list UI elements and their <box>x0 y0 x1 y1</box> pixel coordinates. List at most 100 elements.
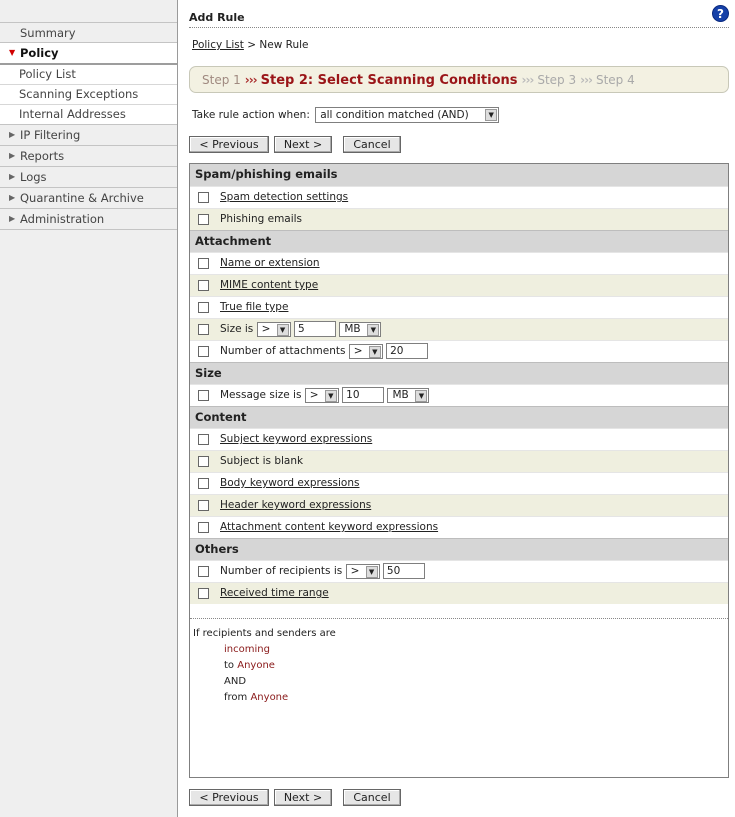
condition-row: Subject is blank <box>190 450 728 472</box>
nav-ip-filtering[interactable]: ▶ IP Filtering <box>0 125 177 146</box>
recipients-count-checkbox[interactable] <box>198 566 209 577</box>
condition-row: Message size is > ▼ 10 MB ▼ <box>190 384 728 406</box>
name-extension-link[interactable]: Name or extension <box>220 257 320 269</box>
help-icon[interactable]: ? <box>712 5 729 22</box>
operator-value: > <box>353 344 363 357</box>
true-file-type-link[interactable]: True file type <box>220 301 288 313</box>
attachment-count-operator-select[interactable]: > ▼ <box>348 343 383 359</box>
time-range-link[interactable]: Received time range <box>220 587 329 599</box>
direction-link[interactable]: incoming <box>224 644 270 655</box>
condition-row: True file type <box>190 296 728 318</box>
condition-row: Spam detection settings <box>190 186 728 208</box>
nav-reports[interactable]: ▶ Reports <box>0 146 177 167</box>
time-range-checkbox[interactable] <box>198 588 209 599</box>
step-separator-icon: ››› <box>521 73 535 87</box>
message-size-checkbox[interactable] <box>198 390 209 401</box>
recipients-count-label: Number of recipients is <box>220 565 343 577</box>
header-keyword-checkbox[interactable] <box>198 500 209 511</box>
main-content: Add Rule ? Policy List > New Rule Step 1… <box>179 0 735 817</box>
top-button-row: < Previous Next > Cancel <box>189 136 406 153</box>
body-keyword-link[interactable]: Body keyword expressions <box>220 477 359 489</box>
attachment-size-operator-select[interactable]: > ▼ <box>256 321 291 337</box>
attachment-size-checkbox[interactable] <box>198 324 209 335</box>
true-file-type-checkbox[interactable] <box>198 302 209 313</box>
recipients-operator-select[interactable]: > ▼ <box>345 563 380 579</box>
message-size-operator-select[interactable]: > ▼ <box>304 387 339 403</box>
message-size-label: Message size is <box>220 389 302 401</box>
from-value-link[interactable]: Anyone <box>250 692 288 703</box>
dropdown-arrow-icon[interactable]: ▼ <box>485 109 498 121</box>
subject-blank-label: Subject is blank <box>220 455 304 467</box>
attachment-size-input[interactable]: 5 <box>293 321 336 337</box>
nav-administration[interactable]: ▶ Administration <box>0 209 177 230</box>
take-action-select[interactable]: all condition matched (AND) ▼ <box>315 107 500 123</box>
breadcrumb-policy-list-link[interactable]: Policy List <box>192 39 244 51</box>
spam-detection-link[interactable]: Spam detection settings <box>220 191 348 203</box>
dropdown-arrow-icon[interactable]: ▼ <box>368 345 381 358</box>
attachment-content-keyword-link[interactable]: Attachment content keyword expressions <box>220 521 438 533</box>
unit-value: MB <box>344 322 361 335</box>
nav-label: Reports <box>20 149 65 163</box>
section-others: Others <box>190 538 728 560</box>
nav-label: Logs <box>20 170 47 184</box>
subject-keyword-link[interactable]: Subject keyword expressions <box>220 433 372 445</box>
from-label: from <box>224 692 248 703</box>
subject-keyword-checkbox[interactable] <box>198 434 209 445</box>
dropdown-arrow-icon[interactable]: ▼ <box>367 323 380 336</box>
caret-right-icon: ▶ <box>9 214 16 223</box>
condition-row: Number of recipients is > ▼ 50 <box>190 560 728 582</box>
and-label: AND <box>224 676 247 687</box>
message-size-input[interactable]: 10 <box>342 387 385 403</box>
mime-type-checkbox[interactable] <box>198 280 209 291</box>
next-button[interactable]: Next > <box>274 136 332 153</box>
phishing-checkbox[interactable] <box>198 214 209 225</box>
attachment-size-unit-select[interactable]: MB ▼ <box>339 321 382 337</box>
step-separator-icon: ››› <box>244 73 258 87</box>
step-3: Step 3 <box>537 73 577 87</box>
dropdown-arrow-icon[interactable]: ▼ <box>415 389 428 402</box>
previous-button[interactable]: < Previous <box>189 789 269 806</box>
mime-type-link[interactable]: MIME content type <box>220 279 318 291</box>
dropdown-arrow-icon[interactable]: ▼ <box>276 323 289 336</box>
condition-row: Name or extension <box>190 252 728 274</box>
cancel-button[interactable]: Cancel <box>343 789 401 806</box>
condition-row: Header keyword expressions <box>190 494 728 516</box>
header-keyword-link[interactable]: Header keyword expressions <box>220 499 371 511</box>
nav-logs[interactable]: ▶ Logs <box>0 167 177 188</box>
step-1: Step 1 <box>202 73 241 87</box>
previous-button[interactable]: < Previous <box>189 136 269 153</box>
nav-quarantine-archive[interactable]: ▶ Quarantine & Archive <box>0 188 177 209</box>
section-spam: Spam/phishing emails <box>190 164 728 186</box>
nav-policy[interactable]: ▼ Policy <box>0 43 177 65</box>
name-extension-checkbox[interactable] <box>198 258 209 269</box>
to-value-link[interactable]: Anyone <box>237 660 275 671</box>
condition-row: Phishing emails <box>190 208 728 230</box>
spam-detection-checkbox[interactable] <box>198 192 209 203</box>
sidebar: Summary ▼ Policy Policy List Scanning Exc… <box>0 0 178 817</box>
dropdown-arrow-icon[interactable]: ▼ <box>365 565 378 578</box>
dropdown-arrow-icon[interactable]: ▼ <box>324 389 337 402</box>
attachment-content-keyword-checkbox[interactable] <box>198 522 209 533</box>
recipients-summary: If recipients and senders are incoming t… <box>190 618 728 706</box>
subject-blank-checkbox[interactable] <box>198 456 209 467</box>
section-size: Size <box>190 362 728 384</box>
operator-value: > <box>261 322 271 335</box>
condition-row: MIME content type <box>190 274 728 296</box>
condition-row: Subject keyword expressions <box>190 428 728 450</box>
nav-label: Quarantine & Archive <box>20 191 144 205</box>
message-size-unit-select[interactable]: MB ▼ <box>387 387 430 403</box>
operator-value: > <box>350 564 360 577</box>
condition-row: Attachment content keyword expressions <box>190 516 728 538</box>
attachment-count-checkbox[interactable] <box>198 346 209 357</box>
caret-right-icon: ▶ <box>9 151 16 160</box>
nav-scanning-exceptions[interactable]: Scanning Exceptions <box>0 85 177 105</box>
recipients-count-input[interactable]: 50 <box>382 563 425 579</box>
cancel-button[interactable]: Cancel <box>343 136 401 153</box>
nav-internal-addresses[interactable]: Internal Addresses <box>0 105 177 125</box>
nav-summary[interactable]: Summary <box>0 22 177 43</box>
next-button[interactable]: Next > <box>274 789 332 806</box>
step-separator-icon: ››› <box>580 73 593 87</box>
nav-policy-list[interactable]: Policy List <box>0 65 177 85</box>
body-keyword-checkbox[interactable] <box>198 478 209 489</box>
attachment-count-input[interactable]: 20 <box>386 343 429 359</box>
